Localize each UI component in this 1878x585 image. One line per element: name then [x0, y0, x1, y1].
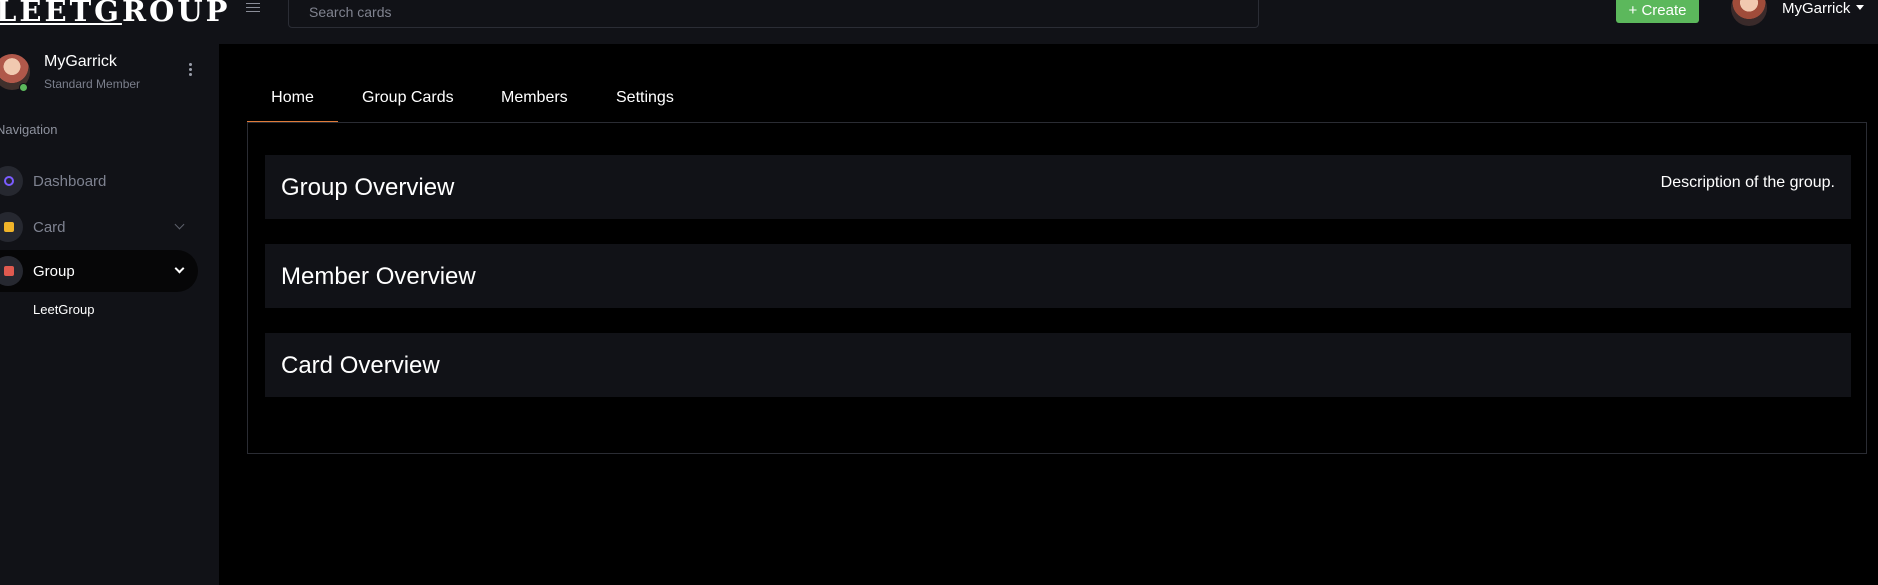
sidebar-item-group[interactable]: Group [0, 250, 198, 292]
tab-content-panel: Group Overview Description of the group.… [247, 122, 1867, 454]
dashboard-gauge-icon [0, 166, 23, 196]
card-icon [0, 212, 23, 242]
card-title: Card Overview [281, 352, 440, 379]
card-title: Group Overview [281, 174, 455, 201]
sidebar-user-role: Standard Member [44, 77, 141, 91]
sidebar-item-dashboard[interactable]: Dashboard [0, 160, 198, 202]
tab-settings[interactable]: Settings [616, 78, 674, 123]
sidebar-item-card[interactable]: Card [0, 206, 198, 248]
tab-members[interactable]: Members [501, 78, 568, 123]
user-menu[interactable]: MyGarrick [1782, 0, 1865, 17]
logo[interactable]: LEETGROUP [0, 0, 230, 28]
avatar[interactable] [1731, 0, 1767, 26]
sidebar-user-name: MyGarrick [44, 53, 117, 70]
group-icon [0, 256, 23, 286]
sidebar-item-label: Group [33, 263, 75, 280]
sidebar-item-label: Card [33, 219, 66, 236]
card-description: Description of the group. [1660, 174, 1835, 191]
tab-group-cards[interactable]: Group Cards [362, 78, 454, 123]
caret-down-icon [1856, 5, 1865, 10]
top-bar: LEETGROUP + Create MyGarrick [0, 0, 1878, 44]
chevron-down-icon [174, 219, 185, 230]
user-menu-name: MyGarrick [1782, 0, 1851, 17]
group-overview-card: Group Overview Description of the group. [265, 155, 1851, 219]
create-button[interactable]: + Create [1616, 0, 1699, 23]
logo-text-part-a: LEETG [0, 0, 122, 28]
navigation-heading: Navigation [0, 122, 58, 137]
chevron-down-icon [174, 263, 185, 274]
hamburger-menu-icon[interactable] [246, 0, 260, 14]
card-title: Member Overview [281, 263, 476, 290]
more-vertical-icon[interactable] [185, 63, 195, 81]
tab-home[interactable]: Home [247, 78, 338, 123]
sidebar-subitem-leetgroup[interactable]: LeetGroup [33, 302, 94, 317]
sidebar-item-label: Dashboard [33, 173, 107, 190]
card-overview-card: Card Overview [265, 333, 1851, 397]
member-overview-card: Member Overview [265, 244, 1851, 308]
sidebar: MyGarrick Standard Member Navigation Das… [0, 44, 219, 585]
online-status-dot [19, 83, 28, 92]
logo-text-part-b: ROUP [121, 0, 231, 28]
search-input[interactable] [288, 0, 1259, 28]
